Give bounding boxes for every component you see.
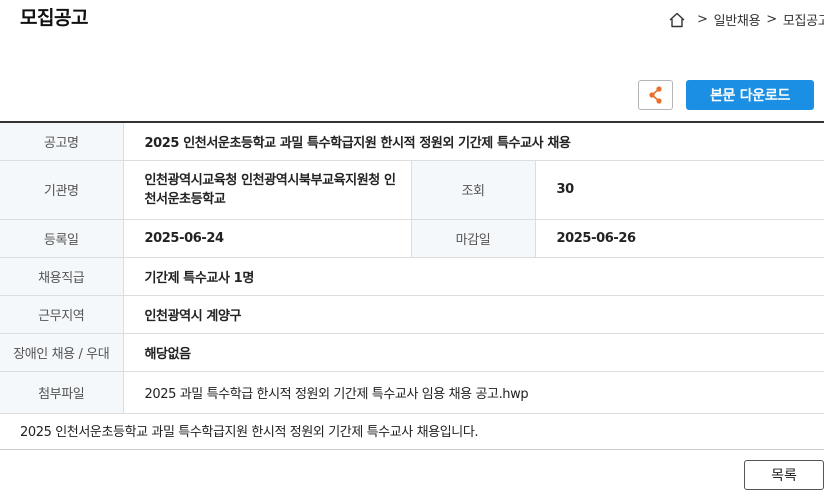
- breadcrumb-separator: >: [697, 12, 708, 27]
- deadline-label: 마감일: [410, 219, 536, 258]
- table-row: 근무지역 인천광역시 계양구: [0, 295, 824, 334]
- work-region-value: 인천광역시 계양구: [123, 295, 824, 334]
- share-icon: [648, 86, 662, 104]
- org-label: 기관명: [0, 160, 124, 220]
- attachment-file-link[interactable]: 2025 과밀 특수학급 한시적 정원외 기간제 특수교사 임용 채용 공고.h…: [123, 371, 824, 414]
- disability-label: 장애인 채용 / 우대: [0, 333, 124, 372]
- notice-title-label: 공고명: [0, 122, 124, 161]
- views-value: 30: [535, 160, 824, 220]
- page-title: 모집공고: [20, 7, 88, 29]
- notice-description: 2025 인천서운초등학교 과밀 특수학급지원 한시적 정원외 기간제 특수교사…: [0, 412, 824, 450]
- work-region-label: 근무지역: [0, 295, 124, 334]
- table-row: 공고명 2025 인천서운초등학교 과밀 특수학급지원 한시적 정원외 기간제 …: [0, 122, 824, 161]
- download-body-button[interactable]: 본문 다운로드: [686, 80, 814, 110]
- table-row: 채용직급 기간제 특수교사 1명: [0, 257, 824, 296]
- notice-title-value: 2025 인천서운초등학교 과밀 특수학급지원 한시적 정원외 기간제 특수교사…: [123, 122, 824, 161]
- position-label: 채용직급: [0, 257, 124, 296]
- views-label: 조회: [410, 160, 536, 220]
- table-row: 첨부파일 2025 과밀 특수학급 한시적 정원외 기간제 특수교사 임용 채용…: [0, 371, 824, 414]
- table-row: 기관명 인천광역시교육청 인천광역시북부교육지원청 인천서운초등학교 조회 30: [0, 160, 824, 220]
- share-button[interactable]: [638, 80, 673, 110]
- notice-info-table: 공고명 2025 인천서운초등학교 과밀 특수학급지원 한시적 정원외 기간제 …: [0, 121, 824, 414]
- org-value: 인천광역시교육청 인천광역시북부교육지원청 인천서운초등학교: [123, 160, 411, 220]
- position-value: 기간제 특수교사 1명: [123, 257, 824, 296]
- home-icon[interactable]: [668, 11, 686, 29]
- breadcrumb: > 일반채용 > 모집공고: [668, 10, 824, 29]
- table-row: 장애인 채용 / 우대 해당없음: [0, 333, 824, 372]
- list-button[interactable]: 목록: [744, 460, 824, 490]
- disability-value: 해당없음: [123, 333, 824, 372]
- breadcrumb-item-general-recruitment[interactable]: 일반채용: [714, 10, 761, 29]
- registered-date-value: 2025-06-24: [123, 219, 411, 258]
- breadcrumb-separator: >: [766, 12, 777, 27]
- breadcrumb-item-job-notices[interactable]: 모집공고: [783, 10, 824, 29]
- registered-date-label: 등록일: [0, 219, 124, 258]
- deadline-value: 2025-06-26: [535, 219, 824, 258]
- attachment-label: 첨부파일: [0, 371, 124, 414]
- table-row: 등록일 2025-06-24 마감일 2025-06-26: [0, 219, 824, 258]
